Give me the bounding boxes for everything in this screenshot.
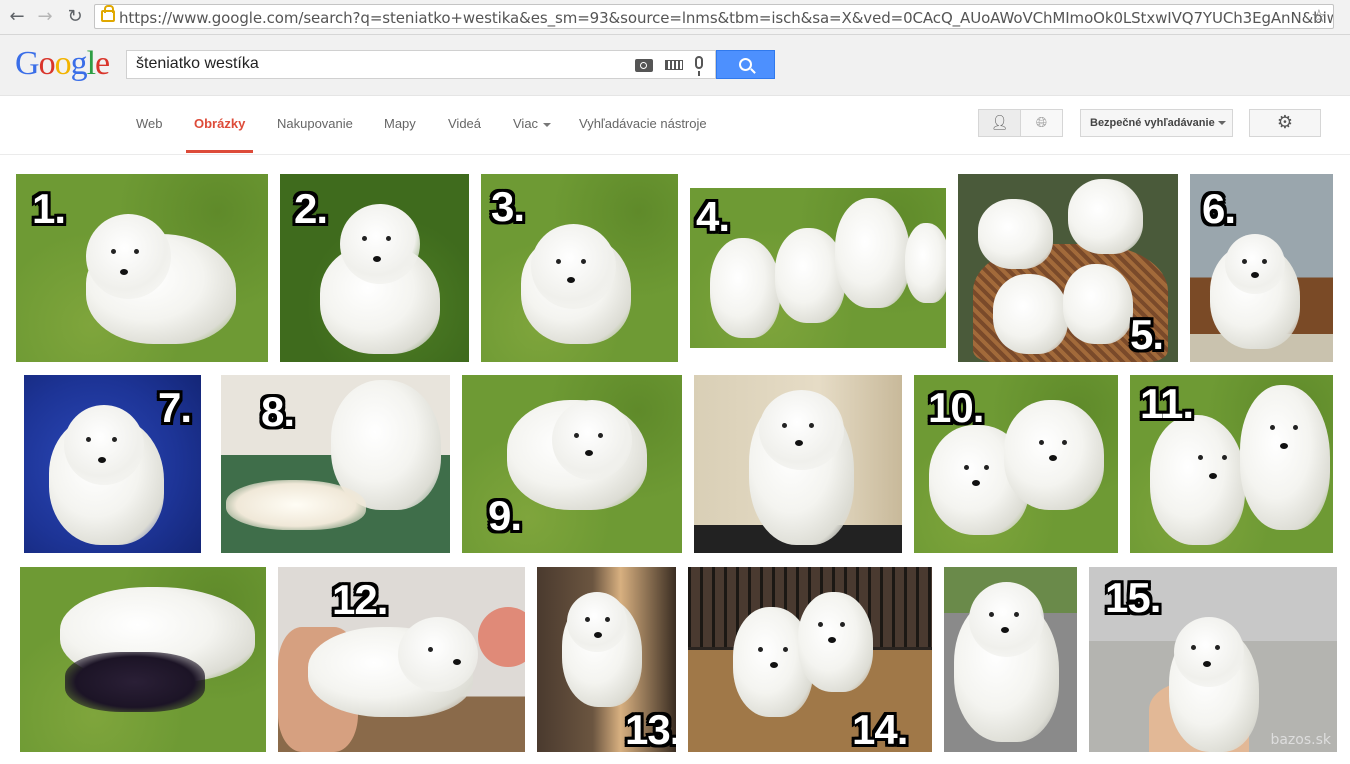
keyboard-icon[interactable]: [665, 60, 683, 70]
logo-letter: e: [95, 45, 110, 82]
search-box: [126, 50, 716, 79]
image-number: 6.: [1202, 185, 1236, 232]
image-result[interactable]: 13.: [537, 567, 676, 752]
image-number: 1.: [32, 185, 66, 232]
image-result[interactable]: 6.: [1190, 174, 1333, 362]
image-number: 10.: [928, 384, 984, 431]
tab-videos[interactable]: Videá: [448, 116, 481, 131]
settings-button[interactable]: ⚙: [1249, 109, 1321, 137]
google-logo[interactable]: Google: [15, 45, 110, 83]
logo-letter: G: [15, 45, 40, 82]
dropdown-arrow-icon: [1217, 121, 1226, 126]
image-number: 5.: [1130, 311, 1164, 358]
image-result[interactable]: 11.: [1130, 375, 1333, 553]
logo-letter: o: [38, 45, 56, 82]
tab-shopping[interactable]: Nakupovanie: [277, 116, 353, 131]
image-result[interactable]: 1.: [16, 174, 268, 362]
tab-images[interactable]: Obrázky: [194, 116, 245, 131]
logo-letter: g: [70, 45, 88, 82]
search-icon: [739, 58, 752, 71]
image-result[interactable]: 8.: [221, 375, 450, 553]
back-arrow-icon[interactable]: ←: [6, 6, 28, 28]
personal-results-button[interactable]: 👤︎: [978, 109, 1021, 137]
image-result[interactable]: 2.: [280, 174, 469, 362]
bookmark-star-icon[interactable]: ☆: [1311, 6, 1327, 27]
watermark: bazos.sk: [1270, 732, 1331, 748]
logo-letter: o: [54, 45, 72, 82]
tab-more-label: Viac: [513, 116, 539, 131]
tab-more[interactable]: Viac: [513, 116, 552, 131]
camera-icon[interactable]: [635, 59, 653, 72]
hide-personal-results-button[interactable]: 🌐︎: [1020, 109, 1063, 137]
reload-icon[interactable]: ↻: [64, 6, 86, 28]
safesearch-dropdown[interactable]: Bezpečné vyhľadávanie: [1080, 109, 1233, 137]
image-number: 4.: [696, 193, 730, 240]
dropdown-arrow-icon: [543, 122, 552, 127]
active-tab-underline: [186, 150, 253, 153]
image-result[interactable]: 15. bazos.sk: [1089, 567, 1337, 752]
image-number: 7.: [158, 384, 192, 431]
image-number: 8.: [261, 388, 295, 435]
microphone-icon[interactable]: [695, 56, 703, 76]
person-icon: 👤︎: [990, 115, 1009, 131]
image-result[interactable]: [944, 567, 1077, 752]
image-number: 2.: [294, 185, 328, 232]
image-number: 11.: [1140, 380, 1194, 427]
image-result[interactable]: 9.: [462, 375, 682, 553]
browser-toolbar: ← → ↻ https://www.google.com/search?q=st…: [0, 0, 1350, 35]
image-number: 9.: [488, 492, 522, 539]
gear-icon: ⚙: [1276, 112, 1294, 133]
image-number: 12.: [332, 576, 388, 623]
logo-letter: l: [86, 45, 97, 82]
search-tabs: Web Obrázky Nakupovanie Mapy Videá Viac …: [0, 96, 1350, 155]
image-number: 14.: [852, 706, 908, 752]
url-text: https://www.google.com/search?q=steniatk…: [119, 9, 1334, 27]
image-result[interactable]: [694, 375, 902, 553]
tab-search-tools[interactable]: Vyhľadávacie nástroje: [579, 116, 707, 131]
image-result[interactable]: 5.: [958, 174, 1178, 362]
image-result[interactable]: 4.: [690, 188, 946, 348]
forward-arrow-icon[interactable]: →: [34, 6, 56, 28]
image-number: 3.: [491, 183, 525, 230]
image-result[interactable]: [20, 567, 266, 752]
search-input[interactable]: [136, 54, 626, 74]
image-result[interactable]: 3.: [481, 174, 678, 362]
address-bar[interactable]: https://www.google.com/search?q=steniatk…: [94, 4, 1334, 29]
image-result[interactable]: 10.: [914, 375, 1118, 553]
safesearch-label: Bezpečné vyhľadávanie: [1090, 117, 1215, 129]
image-result[interactable]: 7.: [24, 375, 201, 553]
image-result[interactable]: 12.: [278, 567, 525, 752]
lock-icon: [101, 5, 115, 22]
tab-web[interactable]: Web: [136, 116, 163, 131]
image-number: 13.: [625, 706, 676, 752]
tab-maps[interactable]: Mapy: [384, 116, 416, 131]
search-button[interactable]: [716, 50, 775, 79]
image-result[interactable]: 14.: [688, 567, 932, 752]
google-header: Google: [0, 35, 1350, 96]
image-number: 15.: [1105, 574, 1161, 621]
globe-icon: 🌐︎: [1035, 115, 1048, 131]
